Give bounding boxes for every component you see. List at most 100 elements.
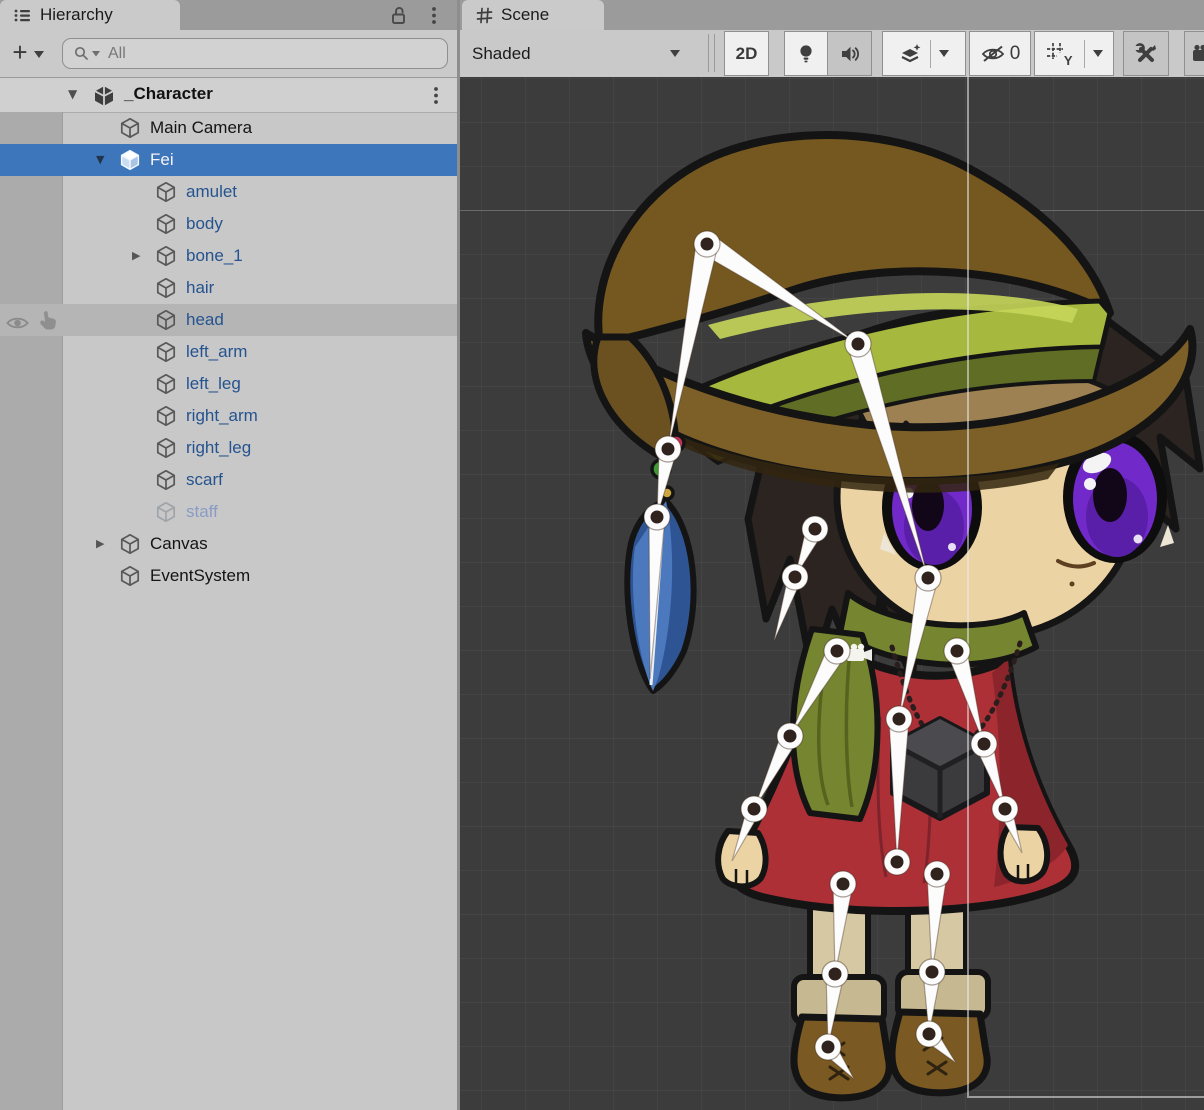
cube-icon	[118, 116, 142, 140]
object-label: hair	[186, 272, 214, 304]
audio-icon	[839, 44, 861, 64]
object-label: head	[186, 304, 224, 336]
pick-hand-icon[interactable]	[36, 308, 61, 332]
lighting-toggle-button[interactable]	[784, 31, 828, 76]
bone-joint-center	[809, 523, 822, 536]
2d-toggle-button[interactable]: 2D	[724, 31, 769, 76]
shading-mode-dropdown[interactable]: Shaded	[460, 31, 706, 76]
bulb-icon	[796, 43, 816, 65]
camera-icon	[1191, 44, 1204, 64]
cube-icon	[154, 340, 178, 364]
hierarchy-row-right-arm[interactable]: right_arm	[0, 400, 458, 432]
object-label: staff	[186, 496, 218, 528]
cube-icon	[118, 564, 142, 588]
object-label: scarf	[186, 464, 223, 496]
collapse-caret-icon[interactable]: ▶	[96, 528, 104, 560]
object-label: left_leg	[186, 368, 241, 400]
cube-icon	[154, 212, 178, 236]
scene-viewport[interactable]	[460, 77, 1204, 1110]
object-label: bone_1	[186, 240, 243, 272]
hierarchy-row-canvas[interactable]: ▶Canvas	[0, 528, 458, 560]
audio-toggle-button[interactable]	[827, 31, 872, 76]
cube-icon	[154, 500, 178, 524]
object-label: amulet	[186, 176, 237, 208]
customize-tools-button[interactable]	[1123, 31, 1169, 76]
hierarchy-row-head[interactable]: head	[0, 304, 458, 336]
hierarchy-row-left-leg[interactable]: left_leg	[0, 368, 458, 400]
bone[interactable]	[927, 873, 947, 972]
bone[interactable]	[847, 341, 928, 578]
hierarchy-row-bone-1[interactable]: ▶ bone_1	[0, 240, 458, 272]
grid-axis-letter: Y	[1064, 53, 1073, 68]
cube-icon	[154, 244, 178, 268]
effects-caret-icon[interactable]	[939, 50, 949, 57]
cube-icon	[154, 372, 178, 396]
object-label: Fei	[150, 144, 174, 176]
bone-joint-center	[891, 856, 904, 869]
hierarchy-row-body[interactable]: body	[0, 208, 458, 240]
collapse-caret-icon[interactable]: ▶	[132, 240, 140, 272]
hierarchy-row-left-arm[interactable]: left_arm	[0, 336, 458, 368]
object-label: right_arm	[186, 400, 258, 432]
object-label: left_arm	[186, 336, 247, 368]
shading-mode-label: Shaded	[472, 44, 531, 64]
cube-icon	[154, 404, 178, 428]
object-label: EventSystem	[150, 560, 250, 592]
bone[interactable]	[701, 235, 858, 344]
prefab-cube-icon	[118, 148, 142, 172]
hierarchy-row-eventsystem[interactable]: EventSystem	[0, 560, 458, 592]
bone-joint-center	[951, 645, 964, 658]
hierarchy-row-staff[interactable]: staff	[0, 496, 458, 528]
grid-settings-button[interactable]: Y	[1034, 31, 1114, 76]
object-label: right_leg	[186, 432, 251, 464]
bone-joint-center	[831, 645, 844, 658]
bone-joint-center	[789, 571, 802, 584]
bone-gizmos[interactable]	[460, 77, 1204, 1110]
bone-joint-center	[931, 868, 944, 881]
bone-joint-center	[852, 338, 865, 351]
bone-joint-center	[651, 511, 664, 524]
bone-joint-center	[978, 738, 991, 751]
bone[interactable]	[889, 719, 909, 862]
cube-icon	[154, 308, 178, 332]
bone-joint-center	[922, 572, 935, 585]
hierarchy-row-scarf[interactable]: scarf	[0, 464, 458, 496]
hierarchy-row-hair[interactable]: hair	[0, 272, 458, 304]
camera-gizmo-icon[interactable]	[847, 644, 872, 661]
cube-icon	[154, 180, 178, 204]
object-label: Main Camera	[150, 112, 252, 144]
tab-scene-label: Scene	[501, 5, 549, 25]
bone-joint-center	[784, 730, 797, 743]
tab-scene[interactable]: Scene	[462, 0, 604, 30]
hierarchy-row-fei[interactable]: ▼ Fei	[0, 144, 458, 176]
bone[interactable]	[649, 517, 665, 679]
bone-joint-center	[662, 443, 675, 456]
hidden-count-label: 0	[1010, 43, 1021, 65]
shading-caret-icon	[670, 50, 680, 57]
eye-icon[interactable]	[5, 308, 30, 332]
bone-joint-center	[701, 238, 714, 251]
object-label: body	[186, 208, 223, 240]
bone[interactable]	[899, 576, 938, 719]
bone-joint-center	[837, 878, 850, 891]
effects-dropdown-button[interactable]	[882, 31, 966, 76]
scene-toolbar: Shaded 2D	[460, 30, 1204, 79]
bone-joint-center	[926, 966, 939, 979]
grid-axis-icon: Y	[1046, 42, 1070, 66]
grid-caret-icon[interactable]	[1093, 50, 1103, 57]
scene-tabbar: Scene	[460, 0, 1204, 30]
bone[interactable]	[668, 242, 718, 449]
grid-tab-icon	[476, 7, 493, 24]
bone-joint-center	[923, 1028, 936, 1041]
hierarchy-row-right-leg[interactable]: right_leg	[0, 432, 458, 464]
scene-camera-button[interactable]	[1184, 31, 1204, 76]
expand-caret-icon[interactable]: ▼	[96, 144, 104, 176]
effects-icon	[900, 44, 922, 64]
hierarchy-row-amulet[interactable]: amulet	[0, 176, 458, 208]
bone-joint-center	[822, 1041, 835, 1054]
hidden-objects-button[interactable]: 0	[969, 31, 1031, 76]
eye-off-icon	[980, 44, 1006, 64]
hierarchy-row-main-camera[interactable]: Main Camera	[0, 112, 458, 144]
bone-joint-center	[829, 968, 842, 981]
cube-icon	[154, 276, 178, 300]
